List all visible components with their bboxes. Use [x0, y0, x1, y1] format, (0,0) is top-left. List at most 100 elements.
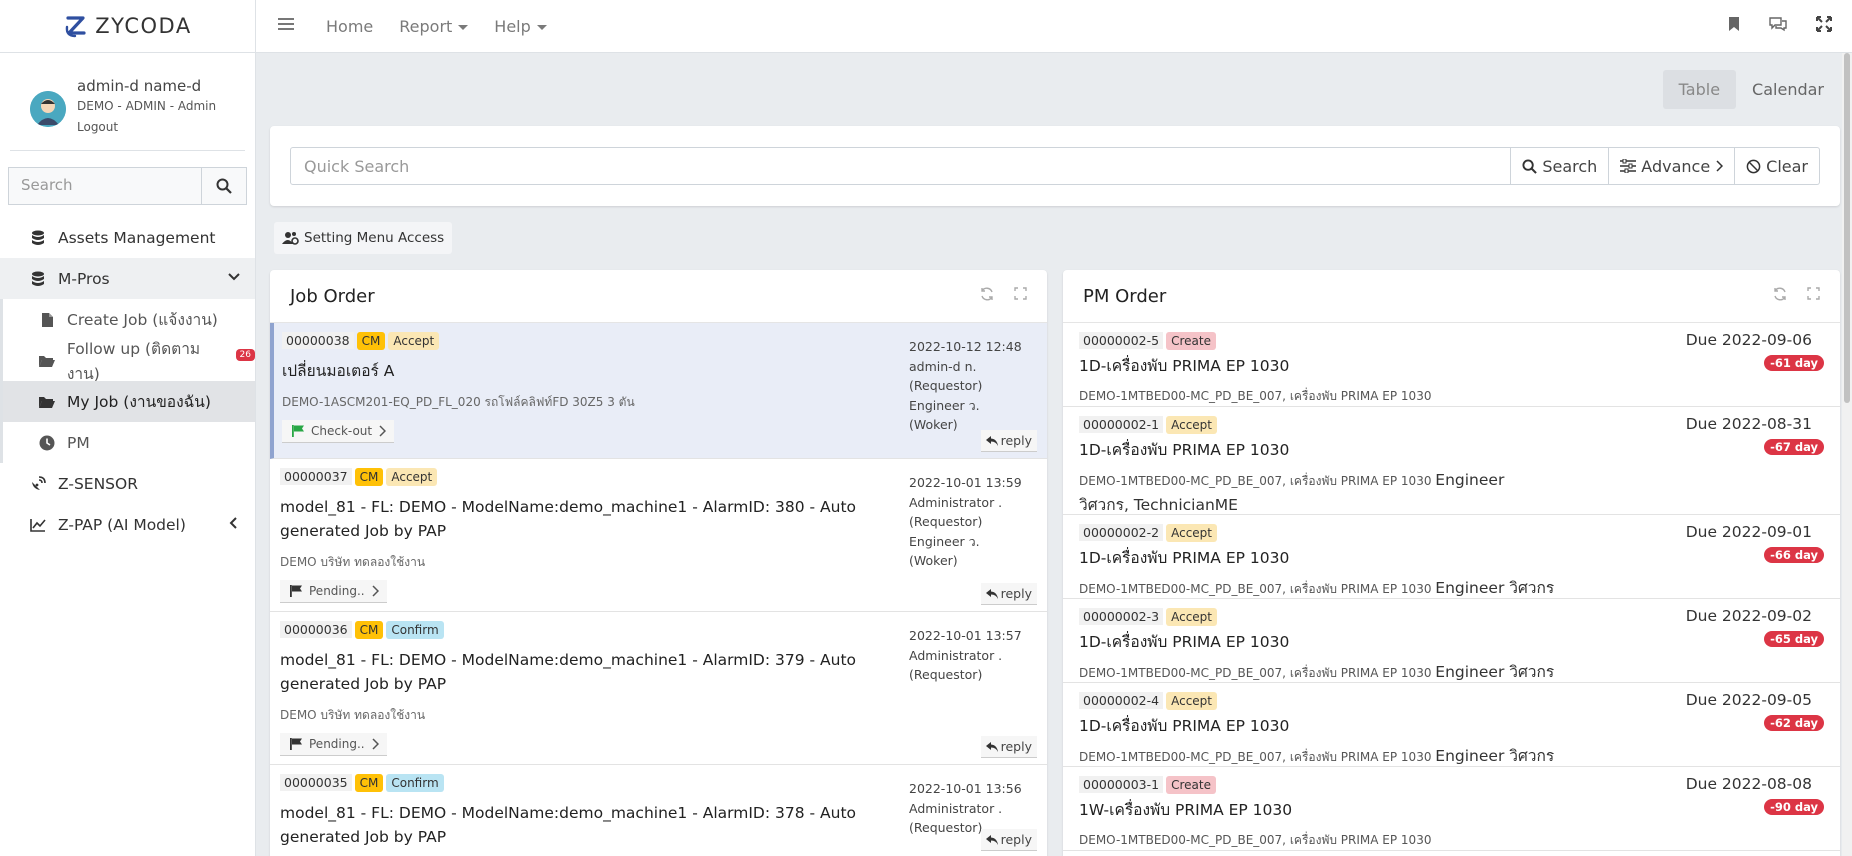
check-out-button[interactable]: Check-out: [282, 420, 395, 443]
hamburger-menu-icon[interactable]: [278, 17, 300, 35]
scrollbar-thumb[interactable]: [1844, 53, 1850, 403]
sliders-icon: [1620, 159, 1637, 173]
list-item[interactable]: 00000002-4 Accept 1D-เครื่องพับ PRIMA EP …: [1063, 683, 1840, 767]
pm-title: 1W-เครื่องพับ PRIMA EP 1030: [1079, 801, 1293, 819]
user-role: DEMO - ADMIN - Admin: [77, 99, 217, 113]
clear-button-label: Clear: [1766, 156, 1808, 176]
reply-button[interactable]: reply: [980, 430, 1037, 452]
pending-button[interactable]: Pending..: [280, 733, 387, 756]
job-requestor: Administrator .: [909, 800, 1003, 816]
pm-code: 00000002-2: [1079, 524, 1164, 541]
bookmark-icon[interactable]: [1728, 16, 1740, 36]
reply-button[interactable]: reply: [980, 736, 1037, 758]
sidebar-search-button[interactable]: [201, 167, 247, 205]
sidebar-item-m-pros[interactable]: M-Pros: [0, 258, 255, 299]
sidebar-item-label: Create Job (แจ้งงาน): [67, 311, 218, 329]
reply-label: reply: [1000, 586, 1032, 601]
list-item[interactable]: 00000002-5 Create 1D-เครื่องพับ PRIMA EP …: [1063, 323, 1840, 407]
pm-status-badge: Create: [1166, 776, 1216, 794]
clear-button[interactable]: Clear: [1735, 147, 1820, 185]
sidebar-search-input[interactable]: Search: [8, 167, 201, 205]
job-title: model_81 - FL: DEMO - ModelName:demo_mac…: [280, 498, 857, 540]
chevron-right-icon: [372, 585, 379, 597]
sidebar-item-z-sensor[interactable]: Z-SENSOR: [0, 463, 255, 504]
pm-due-date: Due 2022-09-06: [1685, 331, 1812, 349]
flag-icon: [290, 738, 302, 750]
zycoda-logo-icon: [65, 16, 86, 38]
pm-code: 00000002-5: [1079, 332, 1164, 349]
job-meta: 2022-10-12 12:48 admin-d n. (Requestor) …: [909, 337, 1037, 435]
refresh-icon[interactable]: [980, 287, 994, 305]
advance-button-label: Advance: [1641, 156, 1711, 176]
pm-code: 00000002-3: [1079, 608, 1164, 625]
job-meta: 2022-10-01 13:57 Administrator . (Reques…: [909, 626, 1037, 685]
fullscreen-icon[interactable]: [1816, 16, 1832, 36]
list-item[interactable]: 00000002-2 Accept 1D-เครื่องพับ PRIMA EP …: [1063, 515, 1840, 599]
nav-help-dropdown[interactable]: Help: [494, 17, 547, 36]
table-row[interactable]: 00000036 CM Confirm model_81 - FL: DEMO - …: [270, 612, 1047, 765]
job-code: 00000035: [280, 774, 352, 791]
sidebar-item-follow-up[interactable]: Follow up (ติดตามงาน) 26: [3, 340, 255, 383]
database-icon: [28, 271, 48, 287]
list-item[interactable]: 00000002-1 Accept 1D-เครื่องพับ PRIMA EP …: [1063, 407, 1840, 515]
sidebar-item-pm[interactable]: PM: [3, 422, 255, 463]
pending-button[interactable]: Pending..: [280, 580, 387, 603]
pm-code: 00000002-1: [1079, 416, 1164, 433]
refresh-icon[interactable]: [1773, 287, 1787, 305]
page-scrollbar[interactable]: [1842, 53, 1852, 856]
setting-menu-access-button[interactable]: Setting Menu Access: [274, 222, 453, 254]
sidebar: ZYCODA admin-d name-d DEMO - ADMIN - Adm…: [0, 0, 256, 856]
pm-overdue-badge: -62 day: [1764, 715, 1824, 731]
job-type-badge: CM: [354, 468, 384, 486]
job-order-header: Job Order: [270, 270, 1047, 323]
quick-search-input[interactable]: Quick Search: [290, 147, 1512, 185]
view-table-button[interactable]: Table: [1662, 70, 1737, 109]
setting-menu-access-label: Setting Menu Access: [304, 230, 445, 246]
job-requestor-role: (Requestor): [909, 667, 983, 682]
comments-icon[interactable]: [1768, 16, 1788, 36]
expand-icon[interactable]: [1014, 287, 1027, 305]
job-title: เปลี่ยนมอเตอร์ A: [282, 362, 395, 380]
job-order-title: Job Order: [290, 285, 375, 307]
pm-asset: DEMO-1MTBED00-MC_PD_BE_007, เครื่องพับ P…: [1079, 660, 1840, 685]
table-row[interactable]: 00000035 CM Confirm model_81 - FL: DEMO - …: [270, 765, 1047, 856]
job-requestor: admin-d n.: [909, 358, 977, 374]
job-code: 00000038: [282, 332, 354, 349]
nav-home[interactable]: Home: [326, 17, 373, 36]
nav-report-dropdown[interactable]: Report: [399, 17, 469, 36]
job-title: model_81 - FL: DEMO - ModelName:demo_mac…: [280, 804, 857, 846]
sidebar-item-label: Follow up (ติดตามงาน): [66, 339, 201, 383]
job-type-badge: CM: [354, 621, 384, 639]
pm-asset-text: DEMO-1MTBED00-MC_PD_BE_007, เครื่องพับ P…: [1079, 750, 1432, 764]
brand-name: ZYCODA: [95, 14, 192, 38]
pm-asset-text: DEMO-1MTBED00-MC_PD_BE_007, เครื่องพับ P…: [1079, 474, 1432, 488]
pm-code: 00000002-4: [1079, 692, 1164, 709]
pm-title: 1D-เครื่องพับ PRIMA EP 1030: [1079, 633, 1290, 651]
sidebar-item-z-pap[interactable]: Z-PAP (AI Model): [0, 504, 255, 545]
logout-link[interactable]: Logout: [77, 120, 216, 134]
job-status-badge: Confirm: [386, 621, 444, 639]
job-status-badge: Accept: [386, 468, 438, 486]
pm-overdue-badge: -90 day: [1764, 799, 1824, 815]
table-row[interactable]: 00000038 CM Accept เปลี่ยนมอเตอร์ A DEMO-1…: [270, 323, 1047, 459]
search-button-label: Search: [1542, 156, 1598, 176]
reply-button[interactable]: reply: [980, 583, 1037, 605]
job-status-badge: Accept: [388, 332, 440, 350]
view-calendar-button[interactable]: Calendar: [1736, 70, 1840, 109]
job-code: 00000036: [280, 621, 352, 638]
list-item[interactable]: 00000002-3 Accept 1D-เครื่องพับ PRIMA EP …: [1063, 599, 1840, 683]
search-button[interactable]: Search: [1511, 147, 1610, 185]
chevron-right-icon: [372, 738, 379, 750]
sidebar-item-assets-management[interactable]: Assets Management: [0, 217, 255, 258]
list-item[interactable]: 00000003-1 Create 1W-เครื่องพับ PRIMA EP …: [1063, 767, 1840, 851]
reply-icon: [985, 741, 998, 752]
brand[interactable]: ZYCODA: [0, 0, 255, 53]
reply-button[interactable]: reply: [980, 829, 1037, 851]
sidebar-item-my-job[interactable]: My Job (งานของฉัน): [3, 381, 255, 422]
clock-icon: [37, 435, 57, 451]
table-row[interactable]: 00000037 CM Accept model_81 - FL: DEMO - M…: [270, 459, 1047, 612]
sidebar-item-create-job[interactable]: Create Job (แจ้งงาน): [3, 299, 255, 340]
folder-open-icon: [37, 395, 57, 409]
expand-icon[interactable]: [1807, 287, 1820, 305]
advance-button[interactable]: Advance: [1609, 147, 1736, 185]
